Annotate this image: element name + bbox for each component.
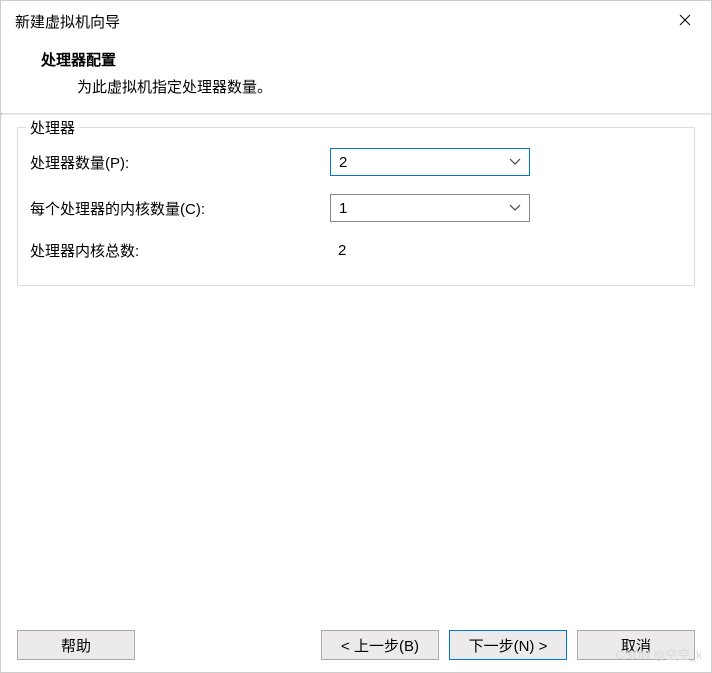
window-title: 新建虚拟机向导 [15,11,120,32]
close-button[interactable] [671,9,699,33]
processor-count-row: 处理器数量(P): 2 [30,148,682,176]
header-description: 为此虚拟机指定处理器数量。 [41,76,671,97]
back-button-label: < 上一步(B) [341,635,419,656]
processor-count-label: 处理器数量(P): [30,152,330,173]
help-button-label: 帮助 [61,635,91,656]
group-label: 处理器 [26,117,79,138]
processor-count-value: 2 [339,154,347,171]
header-title: 处理器配置 [41,49,671,70]
button-bar: 帮助 < 上一步(B) 下一步(N) > 取消 [1,618,711,672]
total-cores-label: 处理器内核总数: [30,240,330,261]
cores-per-processor-select[interactable]: 1 [330,194,530,222]
next-button-label: 下一步(N) > [469,635,548,656]
next-button[interactable]: 下一步(N) > [449,630,567,660]
wizard-dialog: 新建虚拟机向导 处理器配置 为此虚拟机指定处理器数量。 处理器 处理器数量(P)… [0,0,712,673]
processor-group: 处理器 处理器数量(P): 2 每个处理器的内核数量(C): 1 [17,127,695,286]
cores-per-processor-label: 每个处理器的内核数量(C): [30,198,330,219]
total-cores-row: 处理器内核总数: 2 [30,240,682,261]
back-button[interactable]: < 上一步(B) [321,630,439,660]
content-area: 处理器 处理器数量(P): 2 每个处理器的内核数量(C): 1 [1,115,711,618]
cores-per-processor-value: 1 [339,200,347,217]
chevron-down-icon [509,158,521,166]
chevron-down-icon [509,204,521,212]
help-button[interactable]: 帮助 [17,630,135,660]
total-cores-value: 2 [330,242,346,259]
close-icon [679,13,691,30]
wizard-header: 处理器配置 为此虚拟机指定处理器数量。 [1,39,711,113]
cores-per-processor-row: 每个处理器的内核数量(C): 1 [30,194,682,222]
cancel-button-label: 取消 [621,635,651,656]
processor-count-select[interactable]: 2 [330,148,530,176]
cancel-button[interactable]: 取消 [577,630,695,660]
titlebar: 新建虚拟机向导 [1,1,711,39]
